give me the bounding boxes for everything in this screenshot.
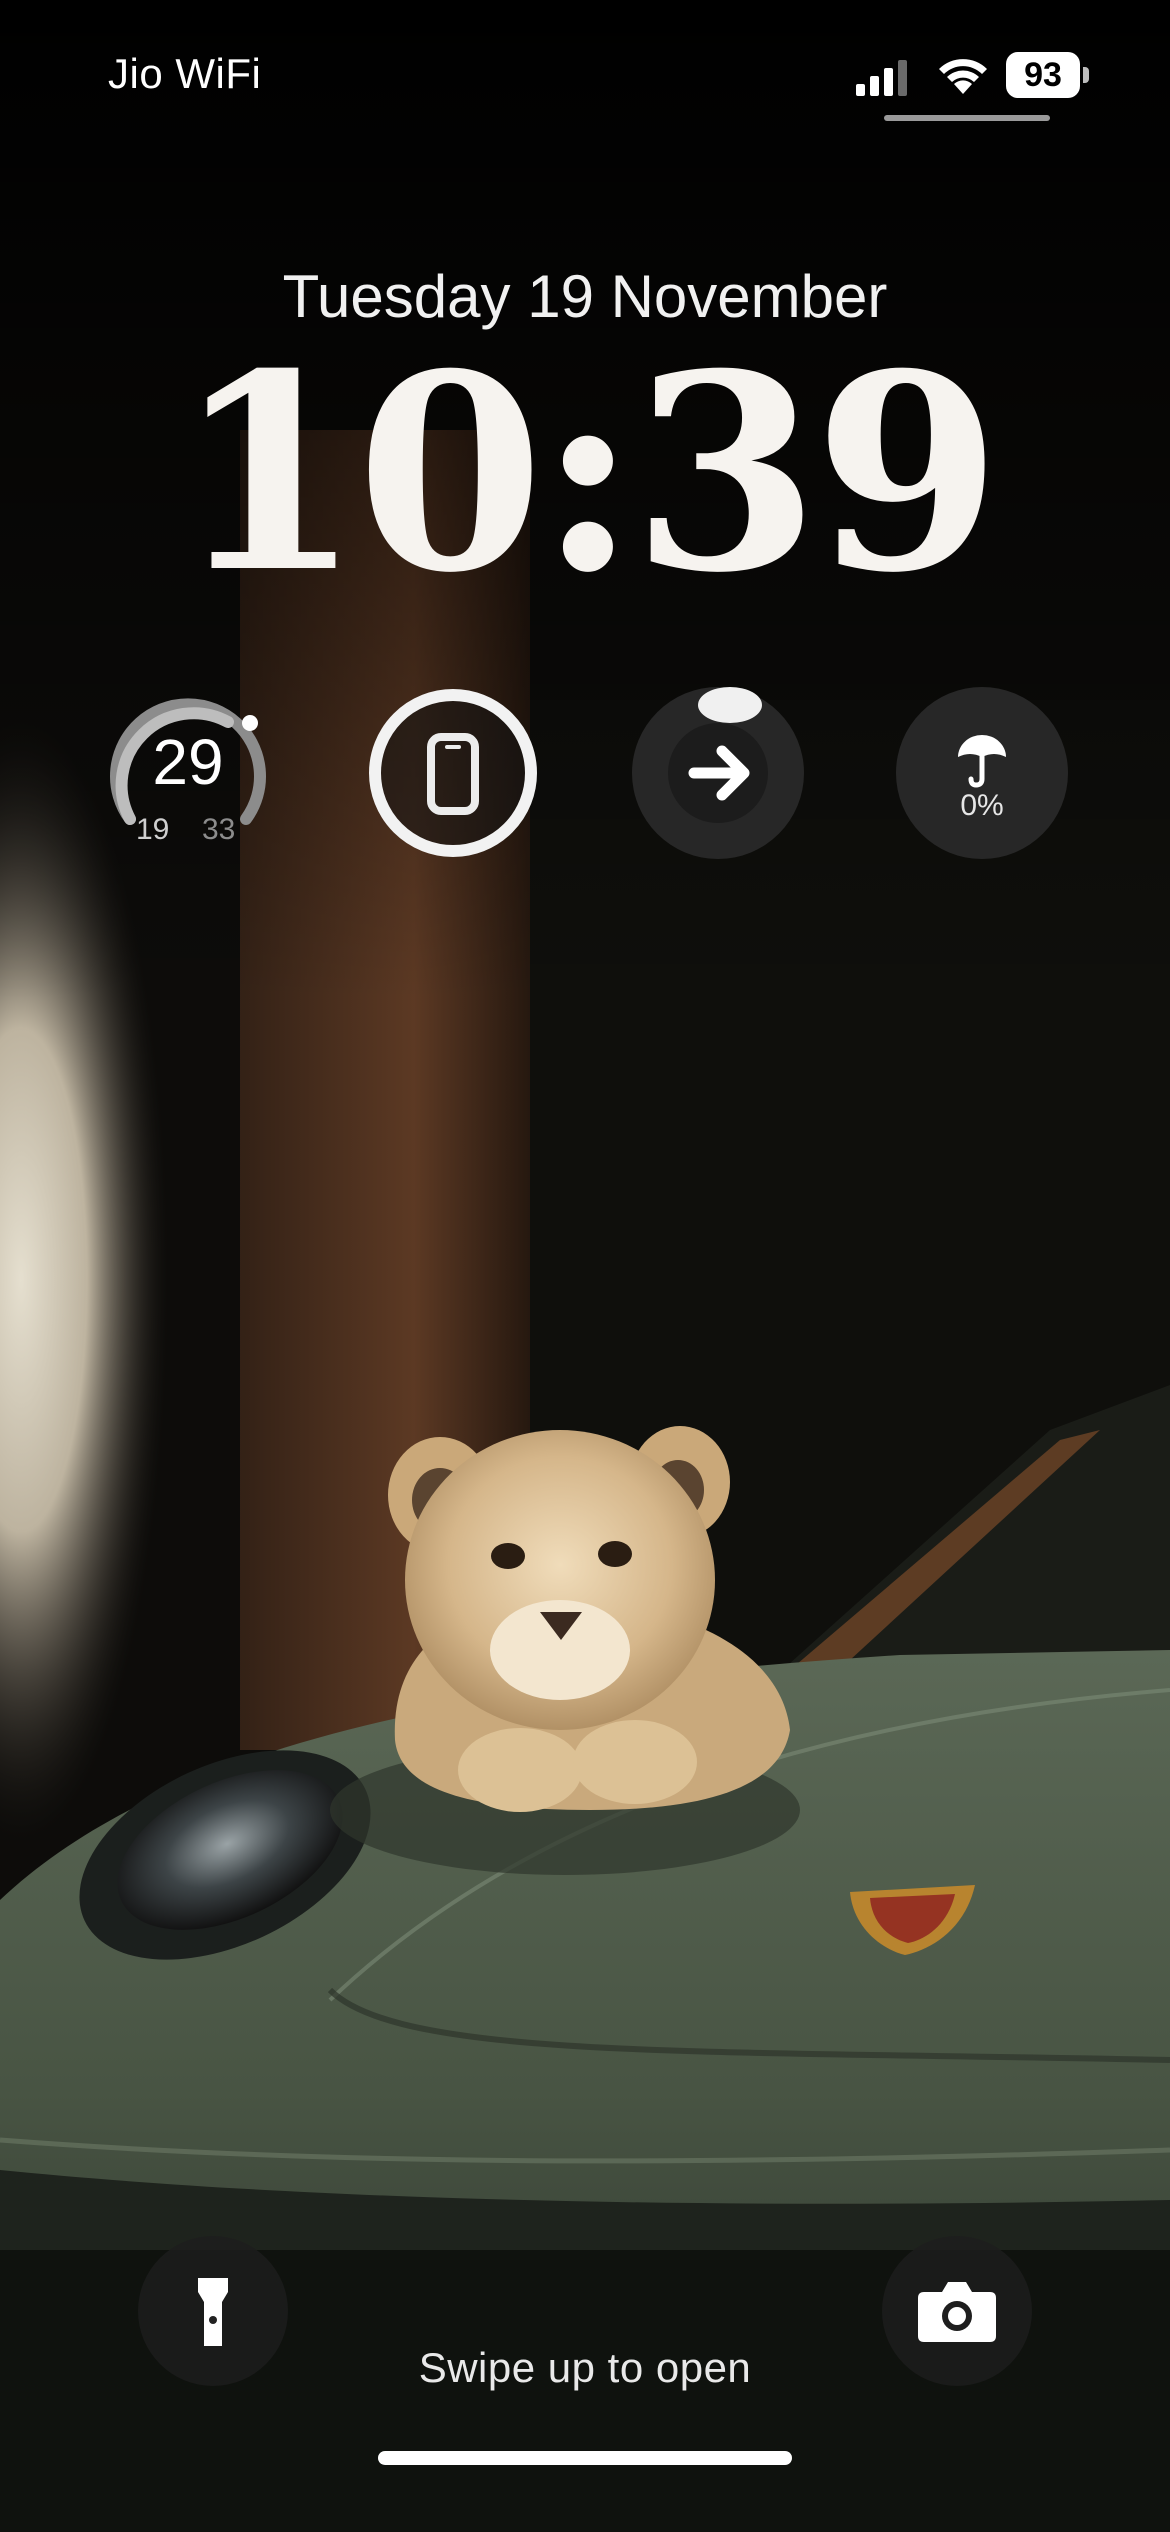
swipe-up-hint: Swipe up to open bbox=[418, 2344, 752, 2391]
weather-low-temp: 19 bbox=[136, 813, 170, 846]
wifi-icon bbox=[939, 59, 987, 94]
status-bar: Jio WiFi 93 bbox=[0, 0, 1170, 130]
weather-widget[interactable]: 29 19 33 bbox=[100, 685, 276, 861]
lock-time: 10:39 bbox=[174, 314, 1001, 632]
rain-widget[interactable]: 0% bbox=[894, 685, 1070, 861]
home-indicator[interactable] bbox=[378, 2451, 792, 2465]
battery-percent: 93 bbox=[1024, 56, 1062, 94]
arrow-widget[interactable] bbox=[630, 685, 806, 861]
signal-icon bbox=[856, 60, 907, 96]
battery-nub bbox=[1083, 67, 1089, 83]
umbrella-icon bbox=[896, 687, 1068, 859]
iphone-icon bbox=[369, 689, 537, 857]
carrier-label: Jio WiFi bbox=[108, 50, 262, 97]
status-indicator-bar bbox=[884, 115, 1050, 121]
device-battery-widget[interactable] bbox=[365, 685, 541, 861]
rain-chance: 0% bbox=[960, 789, 1004, 822]
weather-current-temp: 29 bbox=[152, 726, 224, 798]
battery-icon: 93 bbox=[1006, 52, 1090, 98]
arrow-right-icon bbox=[632, 687, 804, 859]
weather-high-temp: 33 bbox=[202, 813, 236, 846]
